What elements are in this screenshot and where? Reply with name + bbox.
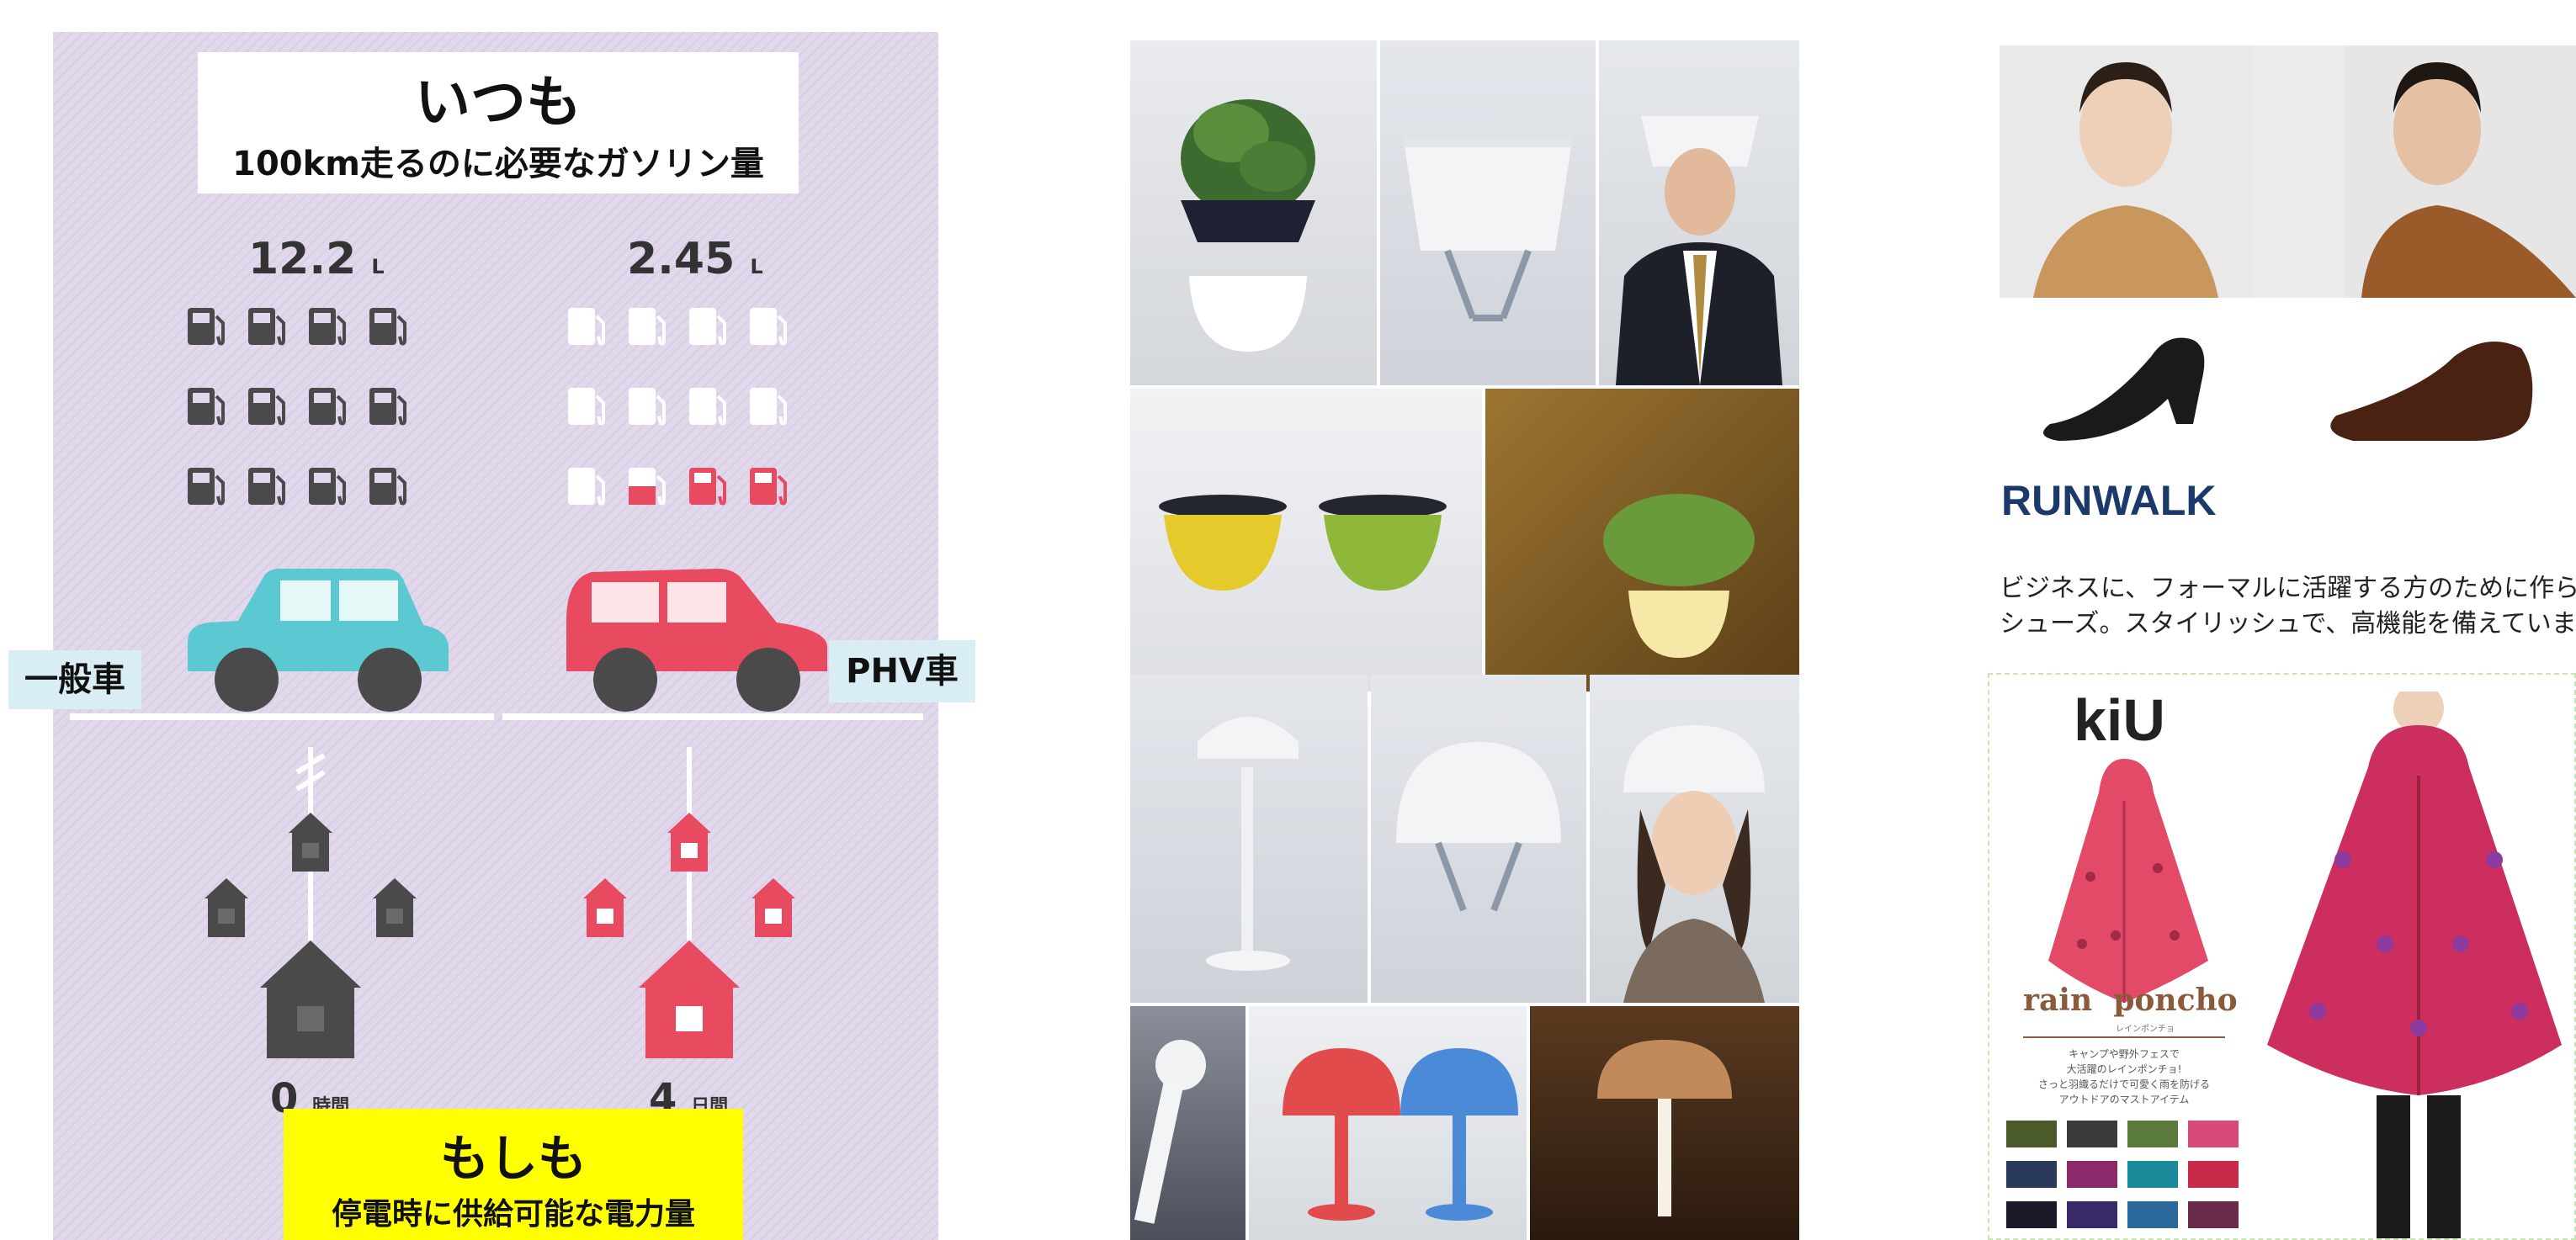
- fuel-pump-icon: [188, 308, 225, 347]
- left-amount-unit: L: [371, 255, 385, 278]
- plant-pot-photo: [1130, 40, 1377, 385]
- runwalk-section: RUNWALK ビジネスに、フォーマルに活躍する方のために作られた シューズ。ス…: [1988, 45, 2576, 1240]
- bottom-title-box: もしも 停電時に供給可能な電力量: [284, 1109, 743, 1240]
- woman-with-helmet-photo: [1590, 675, 1799, 1003]
- white-helmet-photo: [1380, 40, 1596, 385]
- runwalk-shoes-photo: [2000, 298, 2576, 474]
- yellow-green-pots-photo: [1130, 389, 1482, 692]
- runwalk-desc-line1: ビジネスに、フォーマルに活躍する方のために作られた: [2000, 574, 2576, 603]
- poncho-text-line4: アウトドアのマストアイテム: [2058, 1094, 2190, 1105]
- ev-infographic: いつも 100km走るのに必要なガソリン量 12.2 L 2.45 L 0 時間…: [53, 32, 938, 1240]
- right-road-line: [502, 713, 923, 720]
- model-poncho-image: [2267, 692, 2562, 1238]
- runwalk-desc-line2: シューズ。スタイリッシュで、高機能を備えています。: [2000, 609, 2576, 639]
- right-houses-icon: [583, 747, 795, 1058]
- rain-poncho-sub: レインポンチョ: [2116, 1025, 2175, 1034]
- poncho-text-line3: さっと羽織るだけで可愛く雨を防げる: [2037, 1078, 2210, 1090]
- poncho-text-line2: 大活躍のレインポンチョ!: [2066, 1063, 2182, 1075]
- bottom-title: もしも: [439, 1130, 587, 1187]
- left-amount: 12.2 L: [248, 234, 385, 284]
- right-amount: 2.45 L: [627, 234, 763, 284]
- right-amount-unit: L: [750, 255, 763, 278]
- man-with-helmet-photo: [1599, 40, 1799, 385]
- bottom-subtitle: 停電時に供給可能な電力量: [331, 1197, 695, 1232]
- helmet-grey-photo: [1371, 675, 1586, 1003]
- phv-car-label: PHV車: [829, 640, 975, 702]
- kiu-logo: kiU: [2074, 687, 2165, 753]
- kiu-poncho-ad: kiU rain poncho レインポンチョ キャンプや野外フェスで 大活躍の…: [1988, 673, 2576, 1240]
- flashlight-photo: [1130, 1006, 1246, 1240]
- product-grid: [1130, 40, 1799, 1240]
- runwalk-title: RUNWALK: [2001, 477, 2217, 524]
- top-title: いつも: [415, 70, 582, 135]
- top-subtitle: 100km走るのに必要なガソリン量: [232, 145, 764, 183]
- left-road-line: [70, 713, 494, 720]
- regular-car-label: 一般車: [8, 650, 141, 709]
- top-title-box: いつも 100km走るのに必要なガソリン量: [198, 52, 799, 193]
- right-amount-value: 2.45: [627, 234, 736, 284]
- poncho-pouch-swatches: [2006, 1121, 2239, 1228]
- pot-on-desk-photo: [1485, 389, 1799, 692]
- runwalk-models-photo: [2000, 45, 2576, 298]
- left-houses-icon: [204, 747, 417, 1058]
- helmet-lamp-photo: [1130, 675, 1368, 1003]
- red-blue-lamps-photo: [1249, 1006, 1527, 1240]
- brown-lamp-photo: [1530, 1006, 1799, 1240]
- rain-poncho-heading: rain poncho: [2023, 983, 2238, 1018]
- left-amount-value: 12.2: [248, 234, 357, 284]
- right-fuel-grid: [568, 308, 787, 506]
- left-fuel-grid: [188, 308, 406, 506]
- poncho-text-line1: キャンプや野外フェスで: [2069, 1048, 2180, 1060]
- poncho-divider: [2023, 1036, 2225, 1038]
